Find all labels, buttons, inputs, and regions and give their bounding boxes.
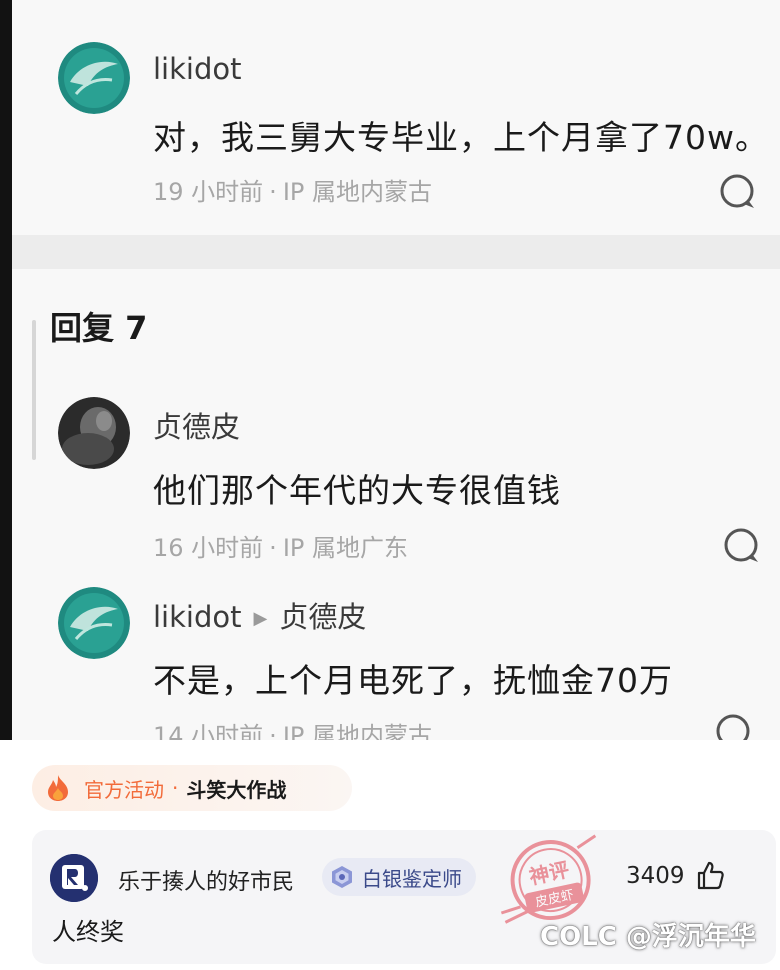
- reply-count-header[interactable]: 回复 7: [50, 303, 147, 349]
- comment-text: 对，我三舅大专毕业，上个月拿了70w。: [153, 118, 769, 157]
- comment-bubble-icon[interactable]: [722, 526, 762, 566]
- section-divider: [12, 235, 780, 269]
- avatar[interactable]: [50, 854, 98, 902]
- activity-separator: ·: [172, 776, 179, 800]
- reply-time: 14 小时前: [153, 722, 264, 740]
- stamp-title: 神评: [527, 857, 571, 889]
- avatar[interactable]: [58, 587, 130, 659]
- avatar[interactable]: [58, 397, 130, 469]
- reply-time: 16 小时前: [153, 534, 264, 562]
- official-activity-pill[interactable]: 官方活动 · 斗笑大作战: [32, 765, 352, 811]
- commenter-name[interactable]: 乐于揍人的好市民: [118, 864, 294, 896]
- activity-tag: 官方活动: [84, 777, 164, 802]
- left-edge-strip: [0, 0, 12, 740]
- reply-meta: 16 小时前 · IP 属地广东: [153, 534, 408, 562]
- reply-arrow-icon: ▶: [253, 608, 268, 629]
- embedded-screenshot: likidot 对，我三舅大专毕业，上个月拿了70w。 19 小时前 · IP 属地…: [12, 0, 780, 740]
- reply-username[interactable]: 贞德皮: [153, 404, 240, 446]
- thumbs-up-icon[interactable]: [696, 860, 724, 890]
- reply-to-username[interactable]: 贞德皮: [279, 600, 366, 634]
- watermark: COLC @浮沉年华: [540, 922, 756, 952]
- reply-username[interactable]: likidot: [153, 600, 242, 634]
- comment-bubble-icon[interactable]: [714, 712, 754, 740]
- comment-body: 人终奖: [52, 918, 124, 946]
- reply-location: IP 属地内蒙古: [282, 722, 432, 740]
- comment-meta: 19 小时前 · IP 属地内蒙古: [153, 178, 432, 206]
- reply-meta: 14 小时前 · IP 属地内蒙古: [153, 716, 432, 740]
- reply-text: 不是，上个月电死了，抚恤金70万: [153, 661, 673, 700]
- rank-badge[interactable]: 白银鉴定师: [322, 858, 476, 896]
- silver-badge-icon: [332, 866, 352, 888]
- fire-icon: [48, 775, 68, 801]
- scroll-rail: [32, 320, 36, 460]
- rank-badge-label: 白银鉴定师: [362, 866, 462, 891]
- comment-location: IP 属地内蒙古: [282, 178, 432, 206]
- reply-text: 他们那个年代的大专很值钱: [153, 471, 561, 510]
- comment-username[interactable]: likidot: [153, 52, 242, 86]
- avatar[interactable]: [58, 42, 130, 114]
- activity-name: 斗笑大作战: [186, 777, 287, 802]
- like-count: 3409: [626, 863, 685, 889]
- reply-location: IP 属地广东: [282, 534, 408, 562]
- comment-bubble-icon[interactable]: [718, 172, 758, 212]
- comment-time: 19 小时前: [153, 178, 264, 206]
- reply-username-line: likidot ▶ 贞德皮: [153, 594, 366, 636]
